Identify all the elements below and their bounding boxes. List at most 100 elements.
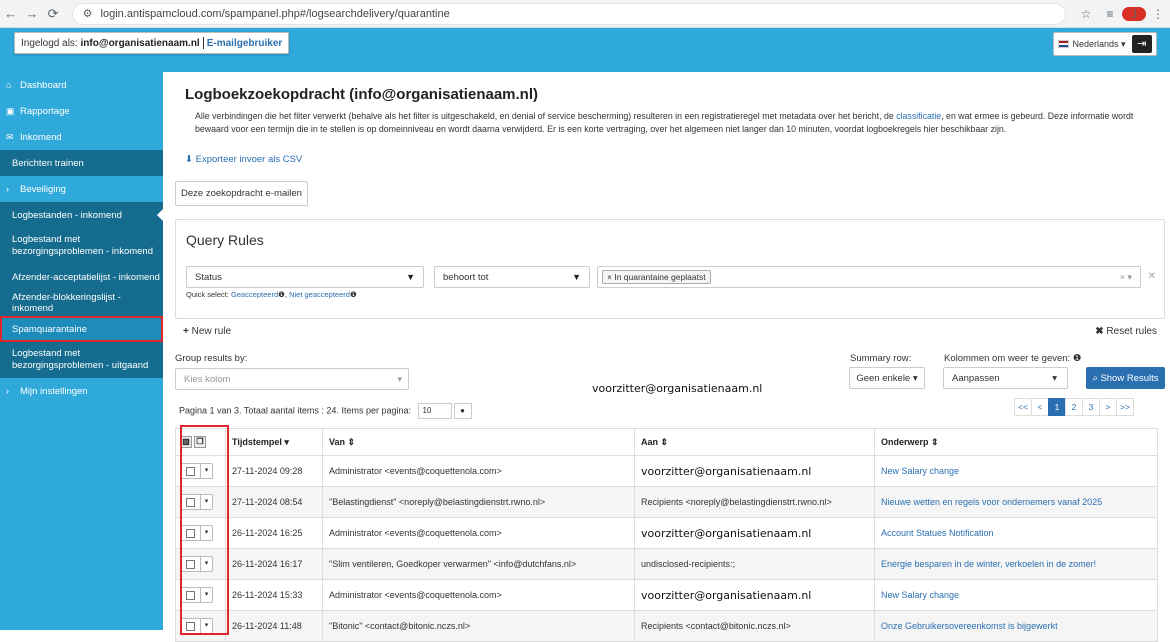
cell-subject-link[interactable]: Onze Gebruikersovereenkomst is bijgewerk…	[874, 610, 1158, 642]
row-checkbox[interactable]: ▾	[180, 494, 213, 510]
table-row[interactable]: ▾ 26-11-2024 11:48 "Bitonic" <contact@bi…	[175, 610, 1158, 642]
cell-subject-link[interactable]: Energie besparen in de winter, verkoelen…	[874, 548, 1158, 580]
items-per-page-input[interactable]: 10	[417, 403, 452, 419]
chevron-right-icon: ›	[6, 386, 9, 396]
sort-icon: ⇕	[660, 436, 669, 447]
table-row[interactable]: ▾ 27-11-2024 09:28 Administrator <events…	[175, 455, 1158, 487]
pager-first[interactable]: <<	[1014, 398, 1032, 416]
column-onderwerp[interactable]: Onderwerp ⇕	[874, 428, 1158, 456]
pager-page-1[interactable]: 1	[1048, 398, 1066, 416]
remove-rule-icon[interactable]: ✕	[1148, 271, 1156, 282]
cell-time: 26-11-2024 11:48	[225, 610, 323, 642]
row-checkbox[interactable]: ▾	[180, 525, 213, 541]
query-rules-panel: Query Rules Status ▼ behoort tot ▼ × In qu…	[175, 219, 1165, 319]
sidebar: ⌂ Dashboard ▣ Rapportage ✉ Inkomend Bericht…	[0, 72, 163, 630]
select-all-icon[interactable]: ▨	[180, 436, 192, 448]
address-bar[interactable]: ⚙ login.antispamcloud.com/spampanel.php#…	[71, 2, 1066, 25]
pager-page-2[interactable]: 2	[1065, 398, 1083, 416]
cell-to: voorzitter@organisatienaam.nl	[634, 517, 875, 549]
pager-prev[interactable]: <	[1031, 398, 1049, 416]
quick-select: Quick select: Geaccepteerd❶, Niet geacce…	[186, 290, 357, 299]
cell-to: voorzitter@organisatienaam.nl	[634, 455, 875, 487]
rule-field-select[interactable]: Status ▼	[186, 266, 424, 288]
logout-icon[interactable]: ⇥	[1131, 35, 1152, 53]
show-results-button[interactable]: ⌕ Show Results	[1086, 367, 1165, 389]
quick-select-accepted[interactable]: Geaccepteerd	[231, 290, 278, 299]
row-checkbox[interactable]: ▾	[180, 618, 213, 634]
classificatie-link[interactable]: classificatie	[896, 111, 941, 121]
reload-icon[interactable]: ⟳	[42, 6, 63, 22]
home-icon: ⌂	[6, 80, 12, 90]
site-info-icon[interactable]: ⚙	[83, 7, 93, 20]
copy-icon[interactable]: ❐	[194, 436, 206, 448]
caret-down-icon[interactable]: ▾	[200, 464, 212, 478]
table-row[interactable]: ▾ 27-11-2024 08:54 "Belastingdienst" <no…	[175, 486, 1158, 518]
row-checkbox[interactable]: ▾	[180, 556, 213, 572]
cell-subject-link[interactable]: New Salary change	[874, 455, 1158, 487]
bookmark-star-icon[interactable]: ☆	[1074, 7, 1098, 21]
reading-list-icon[interactable]: ≡	[1098, 7, 1122, 21]
apply-icon[interactable]: ●	[453, 403, 472, 419]
sidebar-item-dashboard[interactable]: ⌂ Dashboard	[0, 72, 163, 98]
pager-last[interactable]: >>	[1116, 398, 1134, 416]
caret-down-icon[interactable]: ▾	[200, 588, 212, 602]
sidebar-item-bezorgingsproblemen-uitgaand[interactable]: Logbestand met bezorgingsproblemen - uit…	[0, 342, 163, 378]
caret-down-icon[interactable]: ▾	[200, 495, 212, 509]
report-icon: ▣	[6, 105, 15, 116]
back-icon[interactable]: ←	[0, 6, 21, 21]
columns-select[interactable]: Aanpassen ▾	[943, 367, 1068, 389]
table-row[interactable]: ▾ 26-11-2024 16:25 Administrator <events…	[175, 517, 1158, 549]
quick-select-not-accepted[interactable]: Niet geaccepteerd	[289, 290, 350, 299]
sidebar-item-beveiliging[interactable]: › Beveiliging	[0, 176, 163, 202]
caret-down-icon: ▼	[406, 272, 415, 282]
language-selector[interactable]: Nederlands ▾ ⇥	[1053, 32, 1157, 56]
pager-next[interactable]: >	[1099, 398, 1117, 416]
new-rule-button[interactable]: + New rule	[183, 326, 231, 337]
remove-tag-icon[interactable]: ×	[607, 272, 612, 282]
sidebar-item-mijn-instellingen[interactable]: › Mijn instellingen	[0, 378, 163, 404]
sidebar-item-berichten-trainen[interactable]: Berichten trainen	[0, 150, 163, 176]
divider	[202, 37, 204, 49]
info-icon: ❶	[278, 290, 285, 299]
language-label: Nederlands	[1072, 39, 1119, 49]
login-info: Ingelogd als: info@organisatienaam.nl E-…	[14, 32, 290, 54]
table-row[interactable]: ▾ 26-11-2024 16:17 "Slim ventileren, Goe…	[175, 548, 1158, 580]
sidebar-item-bezorgingsproblemen-inkomend[interactable]: Logbestand met bezorgingsproblemen - ink…	[0, 228, 163, 264]
sidebar-item-blokkeringslijst[interactable]: Afzender-blokkeringslijst - inkomend	[0, 290, 163, 316]
sidebar-item-inkomend[interactable]: ✉ Inkomend	[0, 124, 163, 150]
cell-from: Administrator <events@coquettenola.com>	[322, 517, 635, 549]
table-row[interactable]: ▾ 26-11-2024 15:33 Administrator <events…	[175, 579, 1158, 611]
download-icon: ⬇	[185, 154, 193, 165]
column-van[interactable]: Van ⇕	[322, 428, 635, 456]
sidebar-item-rapportage[interactable]: ▣ Rapportage	[0, 98, 163, 124]
cell-subject-link[interactable]: New Salary change	[874, 579, 1158, 611]
column-tijdstempel[interactable]: Tijdstempel ▾	[225, 428, 323, 456]
login-email: info@organisatienaam.nl	[80, 37, 200, 49]
email-search-button[interactable]: Deze zoekopdracht e-mailen	[175, 181, 308, 206]
pager-page-3[interactable]: 3	[1082, 398, 1100, 416]
row-checkbox[interactable]: ▾	[180, 463, 213, 479]
sidebar-item-acceptatielijst[interactable]: Afzender-acceptatielijst - inkomend	[0, 264, 163, 290]
export-csv-link[interactable]: ⬇ Exporteer invoer als CSV	[185, 154, 302, 165]
summary-row-label: Summary row:	[850, 353, 912, 364]
forward-icon[interactable]: →	[21, 6, 42, 21]
cell-time: 26-11-2024 16:25	[225, 517, 323, 549]
cell-subject-link[interactable]: Account Statues Notification	[874, 517, 1158, 549]
group-by-select[interactable]: Kies kolom ▾	[175, 368, 409, 390]
row-checkbox[interactable]: ▾	[180, 587, 213, 603]
rule-value-multiselect[interactable]: × In quarantaine geplaatst × ▾	[597, 266, 1141, 288]
sidebar-item-logbestanden-inkomend[interactable]: Logbestanden - inkomend	[0, 202, 163, 228]
profile-avatar[interactable]: J	[1121, 6, 1146, 21]
caret-down-icon[interactable]: ▾	[200, 619, 212, 633]
column-aan[interactable]: Aan ⇕	[634, 428, 875, 456]
caret-down-icon[interactable]: ▾	[200, 526, 212, 540]
caret-down-icon[interactable]: ▾	[200, 557, 212, 571]
rule-operator-select[interactable]: behoort tot ▼	[434, 266, 590, 288]
menu-kebab-icon[interactable]: ⋮	[1146, 7, 1170, 21]
reset-rules-button[interactable]: ✖ Reset rules	[1095, 326, 1157, 337]
cell-from: "Slim ventileren, Goedkoper verwarmen" <…	[322, 548, 635, 580]
cell-subject-link[interactable]: Nieuwe wetten en regels voor ondernemers…	[874, 486, 1158, 518]
clear-caret-icon[interactable]: × ▾	[1120, 272, 1132, 283]
sidebar-item-spamquarantaine[interactable]: Spamquarantaine	[0, 316, 163, 342]
summary-row-select[interactable]: Geen enkele ▾	[849, 367, 925, 389]
